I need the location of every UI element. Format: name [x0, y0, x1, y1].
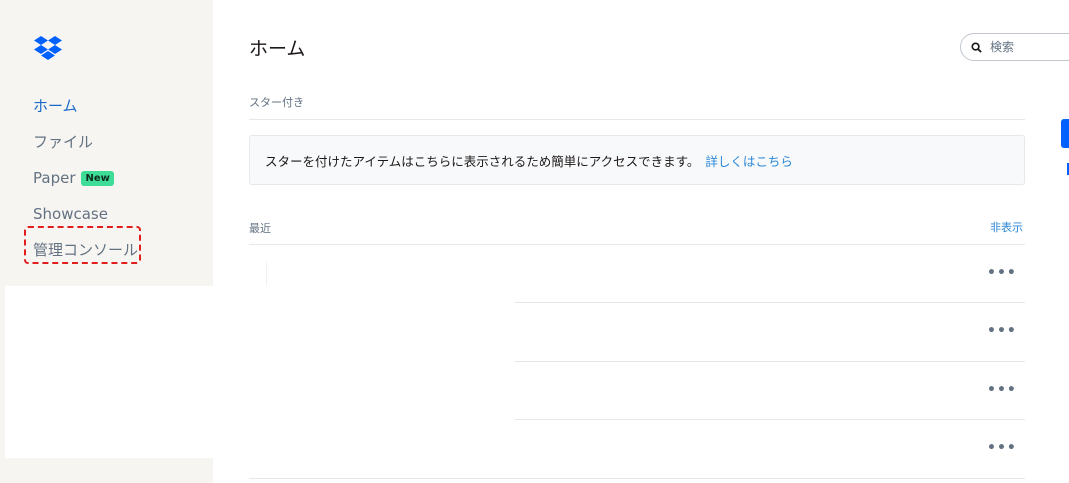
row-divider — [249, 478, 1025, 479]
more-options-icon[interactable]: ••• — [987, 324, 1017, 338]
sidebar-item-label: ファイル — [33, 133, 94, 151]
recent-section-label: 最近 — [249, 222, 271, 235]
more-options-icon[interactable]: ••• — [987, 441, 1017, 455]
new-badge: New — [81, 170, 114, 186]
more-options-icon[interactable]: ••• — [987, 266, 1017, 280]
sidebar-item-paper[interactable]: Paper New — [33, 160, 138, 196]
row-divider — [515, 419, 1025, 420]
hide-recent-link[interactable]: 非表示 — [990, 219, 1023, 235]
highlight-annotation — [24, 226, 141, 264]
starred-section-label: スター付き — [249, 96, 304, 109]
sidebar-bottom-strip — [0, 458, 213, 483]
row-placeholder — [266, 262, 267, 286]
upload-button-edge[interactable] — [1061, 119, 1069, 148]
page-title: ホーム — [249, 38, 306, 60]
search-box[interactable] — [960, 33, 1069, 61]
dropbox-logo-icon[interactable] — [33, 35, 63, 61]
divider — [249, 244, 1025, 245]
row-divider — [515, 302, 1025, 303]
sidebar-lower-strip — [0, 286, 5, 483]
sidebar-item-files[interactable]: ファイル — [33, 124, 138, 160]
learn-more-link[interactable]: 詳しくはこちら — [705, 151, 793, 170]
starred-message-text: スターを付けたアイテムはこちらに表示されるため簡単にアクセスできます。 — [265, 153, 700, 169]
row-divider — [515, 361, 1025, 362]
sidebar-item-home[interactable]: ホーム — [33, 88, 138, 124]
starred-empty-message: スターを付けたアイテムはこちらに表示されるため簡単にアクセスできます。 詳しくは… — [249, 135, 1025, 185]
sidebar-item-label: Paper — [33, 169, 76, 187]
more-options-icon[interactable]: ••• — [987, 383, 1017, 397]
sidebar-item-label: ホーム — [33, 97, 78, 115]
sidebar: ホーム ファイル Paper New Showcase 管理コンソール — [0, 0, 213, 286]
search-icon — [971, 38, 982, 57]
sidebar-item-label: Showcase — [33, 205, 108, 223]
divider — [249, 119, 1025, 120]
search-input[interactable] — [988, 39, 1069, 55]
